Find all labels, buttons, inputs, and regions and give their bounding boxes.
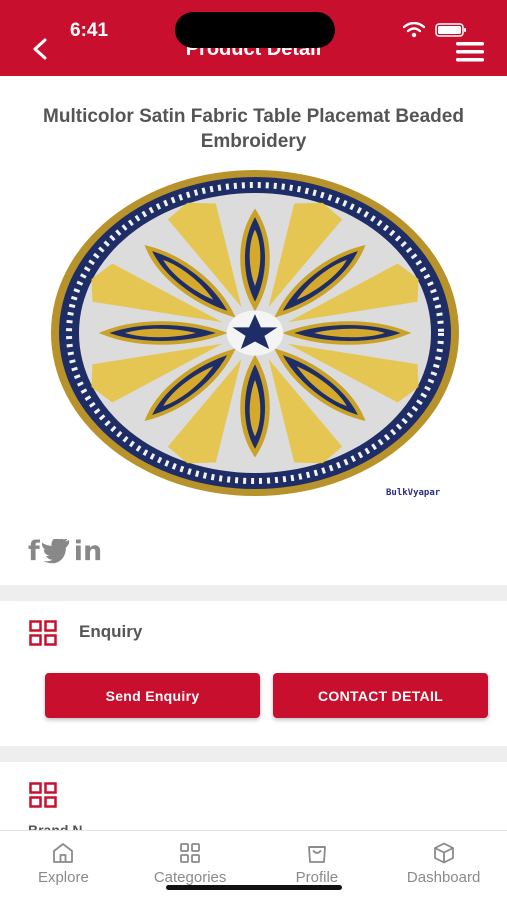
contact-detail-button[interactable]: CONTACT DETAIL (273, 673, 488, 718)
nav-label: Profile (295, 869, 339, 886)
product-title: Multicolor Satin Fabric Table Placemat B… (43, 106, 464, 152)
facebook-icon[interactable]: f (28, 534, 40, 570)
enquiry-label: Enquiry (79, 622, 143, 641)
product-image[interactable] (50, 165, 460, 505)
menu-button[interactable] (455, 40, 485, 64)
nav-item-dashboard[interactable]: Dashboard (380, 831, 507, 900)
nav-label: Dashboard (406, 869, 481, 886)
grid-icon (180, 843, 201, 863)
image-watermark: BulkVyapar (386, 488, 441, 498)
app-header: 6:41 Product Detail (0, 0, 507, 76)
back-button[interactable] (26, 34, 54, 64)
twitter-icon[interactable] (41, 539, 72, 565)
nav-label: Categories (153, 869, 227, 886)
section-divider (0, 585, 507, 601)
cube-icon (433, 842, 454, 864)
home-icon (53, 843, 74, 863)
nav-label: Explore (37, 869, 89, 886)
home-indicator (166, 885, 342, 890)
grid-icon (29, 782, 57, 808)
send-enquiry-button[interactable]: Send Enquiry (45, 673, 260, 718)
battery-icon (435, 23, 466, 37)
hamburger-menu-icon (456, 42, 484, 62)
linkedin-icon[interactable]: in (74, 534, 102, 570)
section-divider (0, 746, 507, 762)
social-share: f in (28, 534, 102, 570)
grid-icon (29, 620, 57, 646)
chevron-left-icon (33, 38, 47, 60)
wifi-icon (403, 22, 425, 38)
dynamic-island (175, 12, 335, 48)
nav-item-explore[interactable]: Explore (0, 831, 127, 900)
status-icons (403, 22, 467, 38)
placemat-image (51, 170, 459, 496)
shopping-bag-icon (307, 846, 326, 863)
